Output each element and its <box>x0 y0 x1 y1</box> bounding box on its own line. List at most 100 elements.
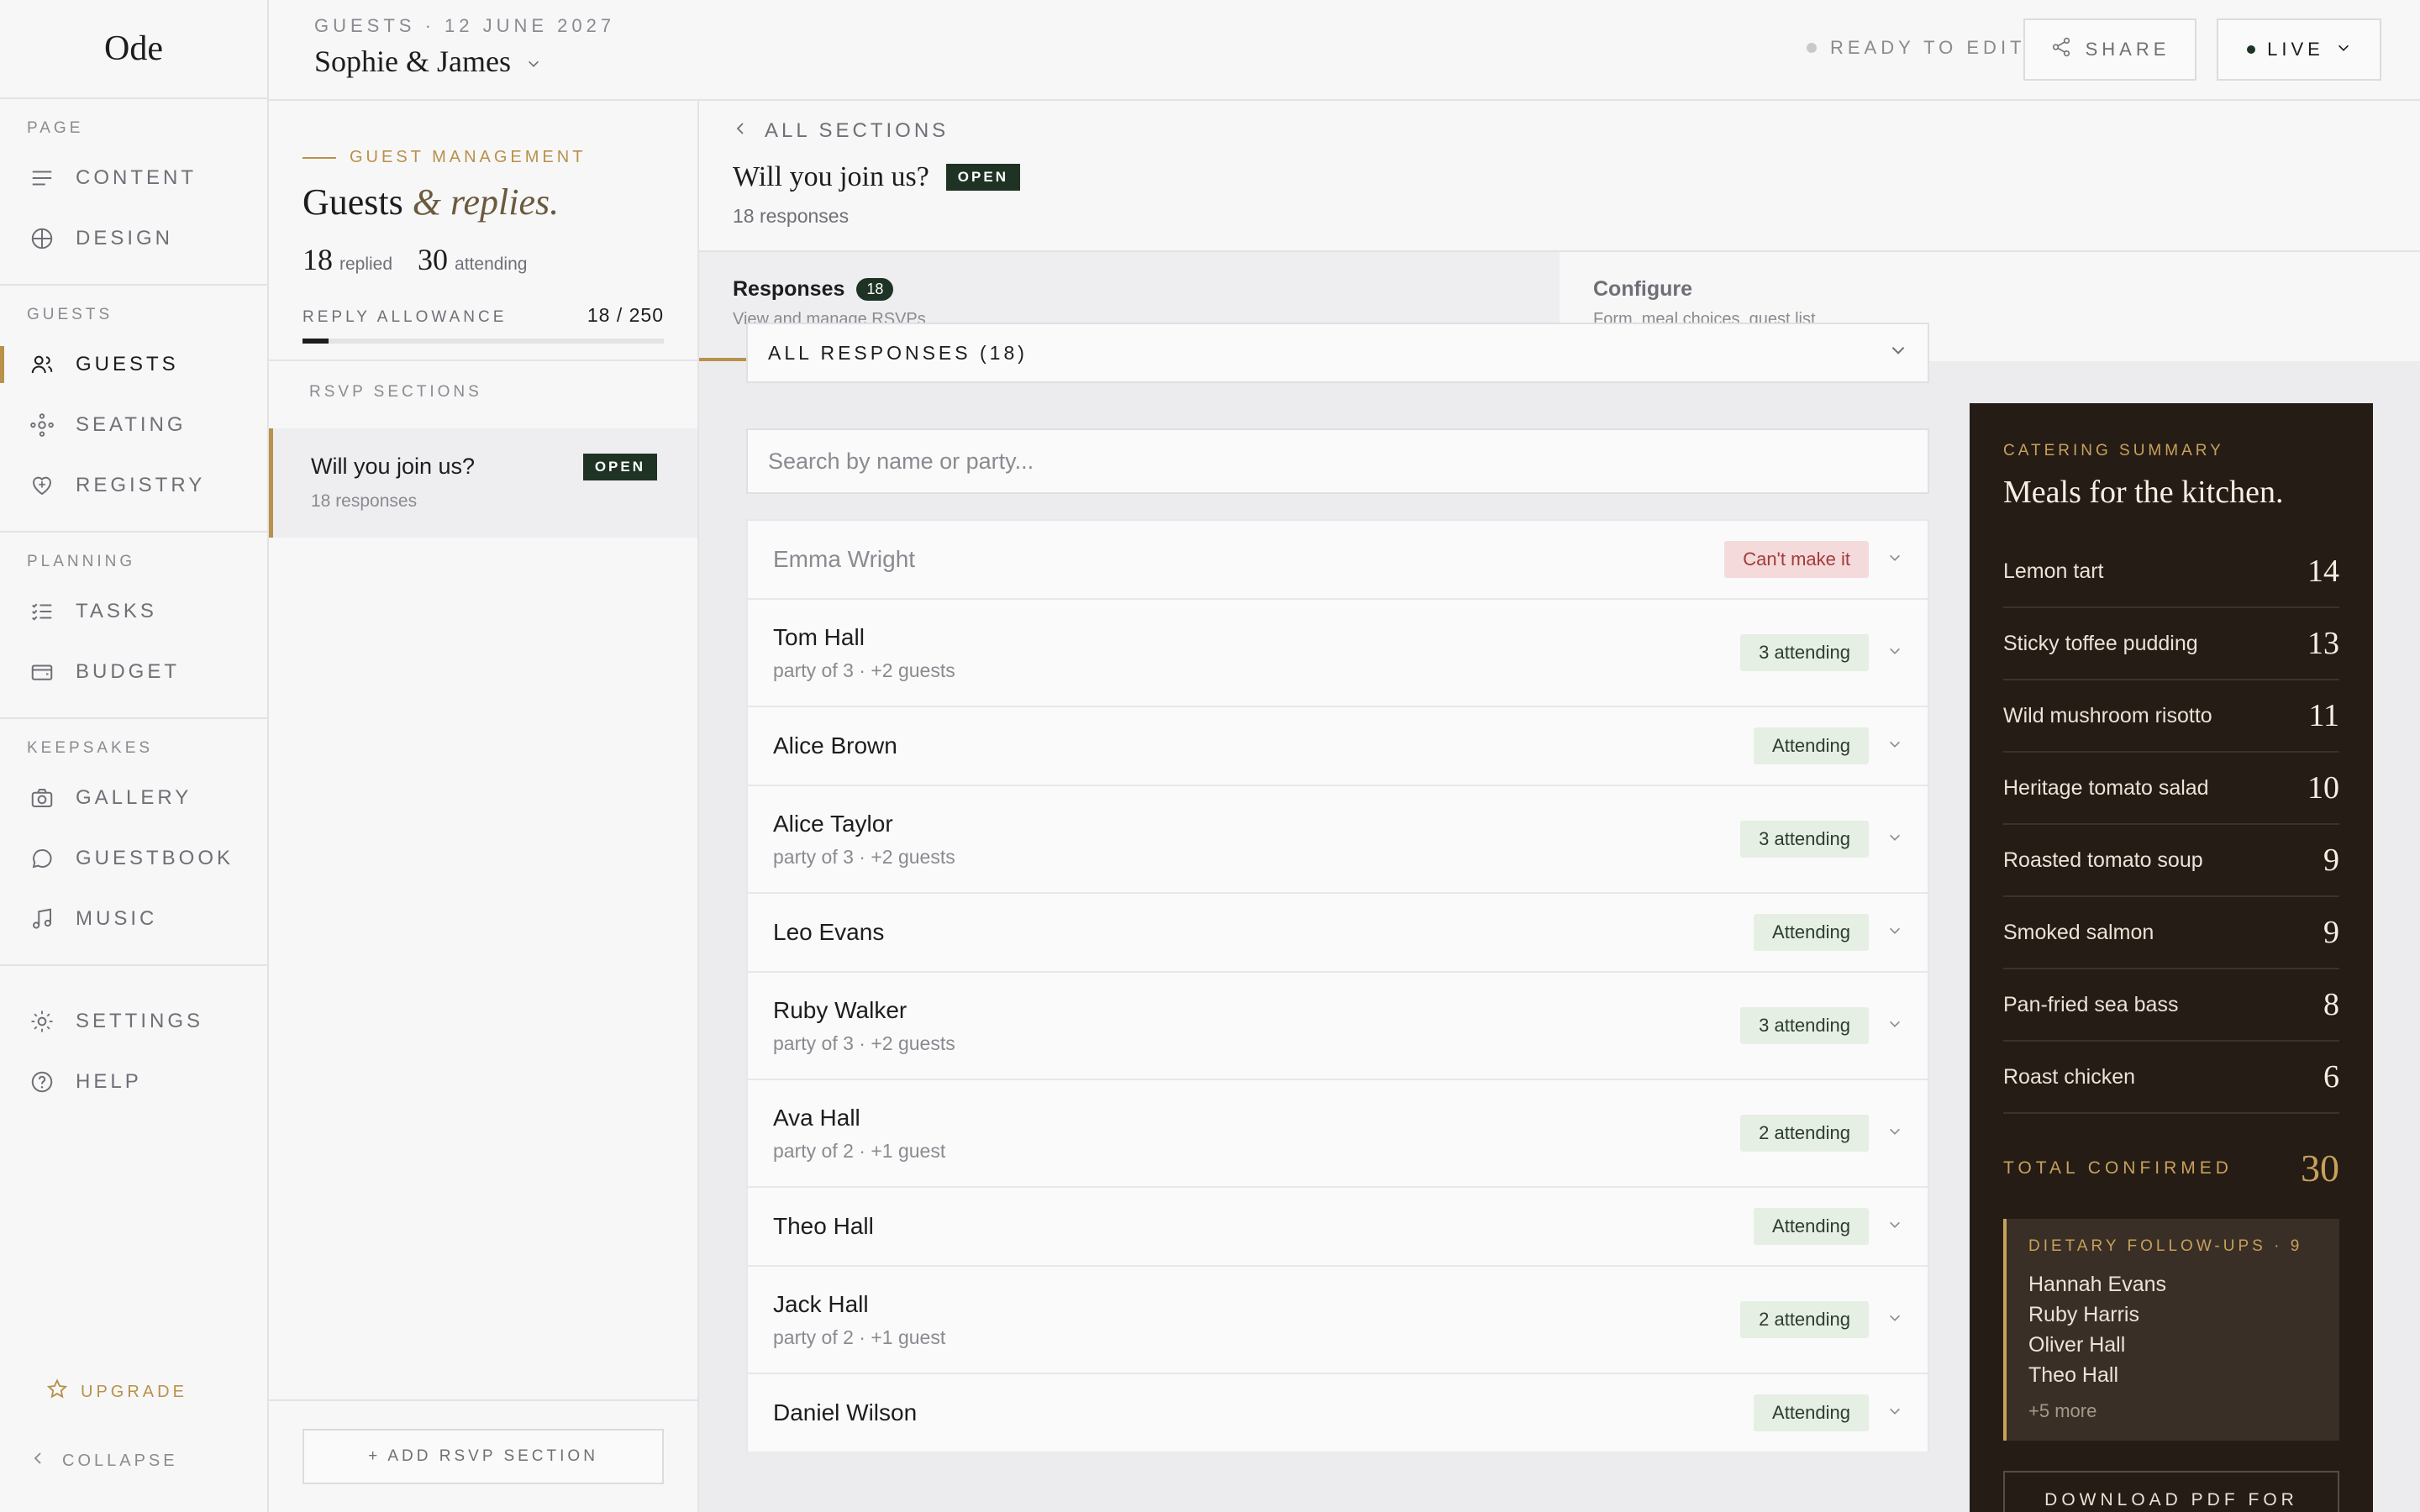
lines-icon <box>27 163 57 193</box>
meal-count: 13 <box>2307 626 2339 661</box>
chevron-down-icon[interactable] <box>1887 737 1902 756</box>
sidebar-item-tasks[interactable]: Tasks <box>0 581 267 642</box>
sun-gear-icon <box>27 1006 57 1037</box>
response-filter-select[interactable]: All responses (18) <box>746 323 1929 383</box>
status-badge: 2 attending <box>1740 1301 1869 1338</box>
responses-list: Emma Wright Can't make it Tom Hall party of… <box>746 519 1929 1452</box>
download-pdf-button[interactable]: Download PDF for <box>2003 1471 2339 1512</box>
heart-gift-icon <box>27 470 57 501</box>
camera-icon <box>27 783 57 813</box>
chevron-left-icon <box>733 119 750 143</box>
chevron-down-icon[interactable] <box>1887 643 1902 663</box>
chevron-down-icon[interactable] <box>1887 550 1902 570</box>
meal-name: Lemon tart <box>2003 559 2104 583</box>
rsvp-section-item[interactable]: Will you join us? 18 responses Open <box>269 428 697 538</box>
sidebar-item-help[interactable]: Help <box>0 1052 267 1112</box>
meal-row: Heritage tomato salad 10 <box>2003 753 2339 825</box>
sidebar-item-content[interactable]: Content <box>0 148 267 208</box>
live-dropdown[interactable]: Live <box>2217 18 2381 81</box>
response-row[interactable]: Ruby Walker party of 3 · +2 guests 3 atten… <box>746 971 1929 1079</box>
eyebrow: Guest management <box>302 148 664 167</box>
app-logo[interactable]: Ode <box>0 0 267 99</box>
replied-label: replied <box>339 255 393 274</box>
status-badge: 3 attending <box>1740 1007 1869 1044</box>
sidebar-item-label: Gallery <box>76 786 192 809</box>
chevron-down-icon[interactable] <box>1887 1217 1902 1236</box>
back-label: All sections <box>765 119 950 142</box>
meal-list: Lemon tart 14 Sticky toffee pudding 13 Wild … <box>2003 536 2339 1114</box>
total-confirmed-label: Total confirmed <box>2003 1158 2233 1178</box>
guest-name: Alice Brown <box>773 732 897 759</box>
checklist-icon <box>27 596 57 627</box>
breadcrumb: Guests · 12 June 2027 <box>314 15 616 36</box>
dietary-more-link[interactable]: +5 more <box>2028 1400 2317 1422</box>
star-icon <box>45 1378 69 1406</box>
sidebar-item-settings[interactable]: Settings <box>0 991 267 1052</box>
response-row[interactable]: Theo Hall Attending <box>746 1186 1929 1265</box>
guest-summary: Guest management Guests & replies. 18 re… <box>269 101 697 361</box>
sidebar-item-guestbook[interactable]: Guestbook <box>0 828 267 889</box>
party-size: party of 2 · +1 guest <box>773 1326 946 1348</box>
chevron-down-icon[interactable] <box>1887 923 1902 942</box>
sidebar-item-music[interactable]: Music <box>0 889 267 949</box>
response-row[interactable]: Leo Evans Attending <box>746 892 1929 971</box>
chevron-down-icon[interactable] <box>1887 1404 1902 1423</box>
nav-group-title: Keepsakes <box>27 739 154 757</box>
sidebar-item-seating[interactable]: Seating <box>0 395 267 455</box>
section-header: All sections Will you join us? Open 18 r… <box>699 101 2420 252</box>
share-label: Share <box>2085 39 2170 60</box>
meal-count: 9 <box>2323 843 2339 878</box>
title-part-b: replies. <box>450 181 560 223</box>
reply-allowance: Reply allowance 18 / 250 <box>302 304 664 327</box>
responses-count-badge: 18 <box>856 278 894 301</box>
share-button[interactable]: Share <box>2023 18 2196 81</box>
status-dot <box>1807 43 1817 53</box>
music-note-icon <box>27 904 57 934</box>
response-row[interactable]: Daniel Wilson Attending <box>746 1373 1929 1452</box>
total-confirmed: Total confirmed 30 <box>2003 1146 2339 1190</box>
meal-name: Heritage tomato salad <box>2003 775 2209 800</box>
chevron-down-icon[interactable] <box>1887 1310 1902 1330</box>
response-status-group: 2 attending <box>1740 1301 1902 1338</box>
attending-label: attending <box>455 255 528 274</box>
seating-icon <box>27 410 57 440</box>
status-badge: 2 attending <box>1740 1115 1869 1152</box>
response-row[interactable]: Jack Hall party of 2 · +1 guest 2 attendin… <box>746 1265 1929 1373</box>
sidebar-item-budget[interactable]: Budget <box>0 642 267 702</box>
nav-group-guests: Guests Guests Seating Registry <box>0 286 267 533</box>
sidebar-item-registry[interactable]: Registry <box>0 455 267 516</box>
sidebar-item-design[interactable]: Design <box>0 208 267 269</box>
response-row[interactable]: Tom Hall party of 3 · +2 guests 3 attendin… <box>746 598 1929 706</box>
party-size: party of 3 · +2 guests <box>773 845 955 868</box>
collapse-button[interactable]: Collapse <box>30 1450 178 1472</box>
chevron-down-icon[interactable] <box>1887 830 1902 849</box>
sidebar-item-label: Music <box>76 907 158 930</box>
chevron-down-icon[interactable] <box>1887 1124 1902 1143</box>
status-badge: Open <box>582 454 657 480</box>
meal-name: Smoked salmon <box>2003 920 2154 944</box>
chevron-down-icon[interactable] <box>1887 1016 1902 1036</box>
title-ampersand: & <box>412 181 442 223</box>
upgrade-button[interactable]: Upgrade <box>45 1378 187 1406</box>
response-row[interactable]: Alice Brown Attending <box>746 706 1929 785</box>
tab-responses-label: Responses <box>733 277 845 301</box>
response-row[interactable]: Alice Taylor party of 3 · +2 guests 3 atte… <box>746 785 1929 892</box>
couple-name: Sophie & James <box>314 45 511 78</box>
add-rsvp-section-button[interactable]: + Add RSVP section <box>302 1429 664 1484</box>
response-row[interactable]: Ava Hall party of 2 · +1 guest 2 attending <box>746 1079 1929 1186</box>
chat-bubble-icon <box>27 843 57 874</box>
question-title: Will you join us? <box>733 161 929 192</box>
sidebar-item-gallery[interactable]: Gallery <box>0 768 267 828</box>
search-input[interactable] <box>746 428 1929 494</box>
nav-bottom-group: Settings Help <box>0 966 267 1112</box>
guest-name: Tom Hall <box>773 623 865 650</box>
sidebar-item-label: Content <box>76 166 197 189</box>
back-to-sections-link[interactable]: All sections <box>733 119 2386 143</box>
response-row[interactable]: Emma Wright Can't make it <box>746 519 1929 598</box>
help-circle-icon <box>27 1067 57 1097</box>
rsvp-sections-title: RSVP sections <box>309 383 482 401</box>
couple-switcher[interactable]: Sophie & James <box>314 44 541 79</box>
allowance-progress-fill <box>302 339 329 344</box>
response-status-group: Attending <box>1754 914 1902 951</box>
sidebar-item-guests[interactable]: Guests <box>0 334 267 395</box>
